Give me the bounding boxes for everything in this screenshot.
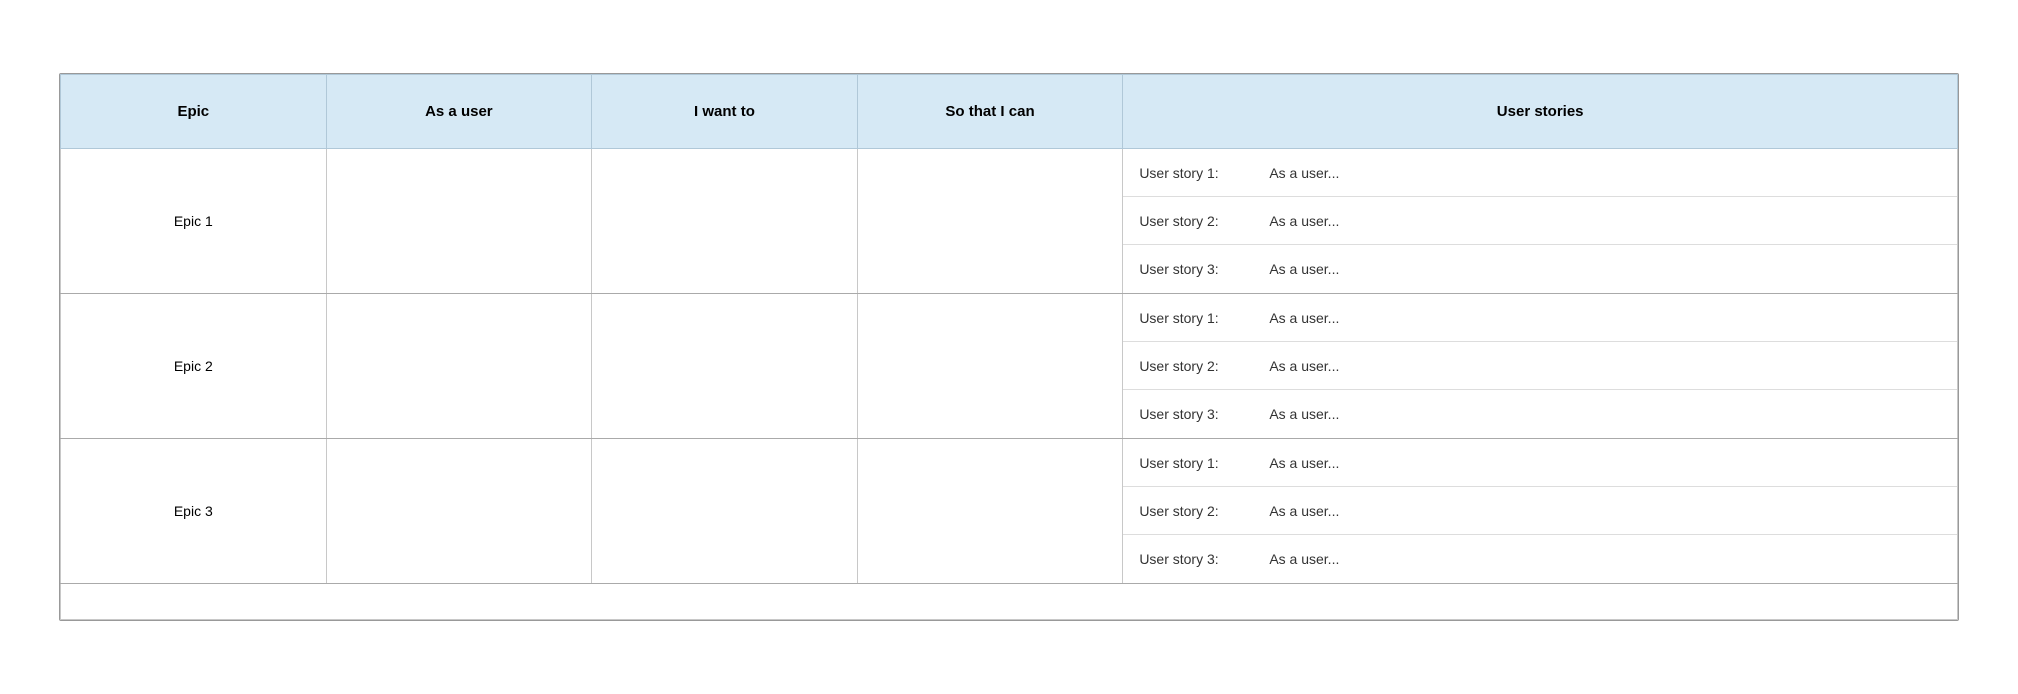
story-label-1-1: User story 1: (1139, 165, 1269, 181)
stories-container-2: User story 1:As a user...User story 2:As… (1123, 294, 1957, 438)
story-row-3-3: User story 3:As a user... (1123, 535, 1957, 583)
story-row-2-2: User story 2:As a user... (1123, 342, 1957, 390)
story-label-2-3: User story 3: (1139, 406, 1269, 422)
so-that-cell-3 (857, 439, 1123, 584)
story-label-3-3: User story 3: (1139, 551, 1269, 567)
epic-row-1: Epic 1User story 1:As a user...User stor… (61, 149, 1958, 294)
story-row-2-3: User story 3:As a user... (1123, 390, 1957, 438)
header-so-that: So that I can (857, 75, 1123, 149)
story-label-1-3: User story 3: (1139, 261, 1269, 277)
story-row-3-1: User story 1:As a user... (1123, 439, 1957, 487)
story-row-3-2: User story 2:As a user... (1123, 487, 1957, 535)
story-label-3-1: User story 1: (1139, 455, 1269, 471)
main-table-wrapper: Epic As a user I want to So that I can U… (59, 73, 1959, 621)
i-want-to-cell-3 (592, 439, 858, 584)
stories-cell-1: User story 1:As a user...User story 2:As… (1123, 149, 1958, 294)
stories-container-1: User story 1:As a user...User story 2:As… (1123, 149, 1957, 293)
epic-cell-2: Epic 2 (61, 294, 327, 439)
story-value-3-2: As a user... (1269, 503, 1941, 519)
empty-cell (61, 584, 1958, 620)
story-value-2-3: As a user... (1269, 406, 1941, 422)
empty-row (61, 584, 1958, 620)
story-row-1-2: User story 2:As a user... (1123, 197, 1957, 245)
stories-cell-3: User story 1:As a user...User story 2:As… (1123, 439, 1958, 584)
header-user-stories: User stories (1123, 75, 1958, 149)
epic-cell-1: Epic 1 (61, 149, 327, 294)
i-want-to-cell-1 (592, 149, 858, 294)
story-value-2-1: As a user... (1269, 310, 1941, 326)
header-i-want-to: I want to (592, 75, 858, 149)
story-row-2-1: User story 1:As a user... (1123, 294, 1957, 342)
header-row: Epic As a user I want to So that I can U… (61, 75, 1958, 149)
story-value-1-3: As a user... (1269, 261, 1941, 277)
story-row-1-3: User story 3:As a user... (1123, 245, 1957, 293)
header-epic: Epic (61, 75, 327, 149)
story-label-2-1: User story 1: (1139, 310, 1269, 326)
epic-row-2: Epic 2User story 1:As a user...User stor… (61, 294, 1958, 439)
as-a-user-cell-1 (326, 149, 592, 294)
story-value-1-1: As a user... (1269, 165, 1941, 181)
stories-cell-2: User story 1:As a user...User story 2:As… (1123, 294, 1958, 439)
so-that-cell-2 (857, 294, 1123, 439)
story-value-1-2: As a user... (1269, 213, 1941, 229)
story-value-2-2: As a user... (1269, 358, 1941, 374)
header-as-a-user: As a user (326, 75, 592, 149)
as-a-user-cell-2 (326, 294, 592, 439)
i-want-to-cell-2 (592, 294, 858, 439)
stories-container-3: User story 1:As a user...User story 2:As… (1123, 439, 1957, 583)
story-value-3-3: As a user... (1269, 551, 1941, 567)
as-a-user-cell-3 (326, 439, 592, 584)
epic-cell-3: Epic 3 (61, 439, 327, 584)
so-that-cell-1 (857, 149, 1123, 294)
story-label-2-2: User story 2: (1139, 358, 1269, 374)
user-stories-table: Epic As a user I want to So that I can U… (60, 74, 1958, 620)
story-row-1-1: User story 1:As a user... (1123, 149, 1957, 197)
story-label-3-2: User story 2: (1139, 503, 1269, 519)
story-label-1-2: User story 2: (1139, 213, 1269, 229)
story-value-3-1: As a user... (1269, 455, 1941, 471)
epic-row-3: Epic 3User story 1:As a user...User stor… (61, 439, 1958, 584)
